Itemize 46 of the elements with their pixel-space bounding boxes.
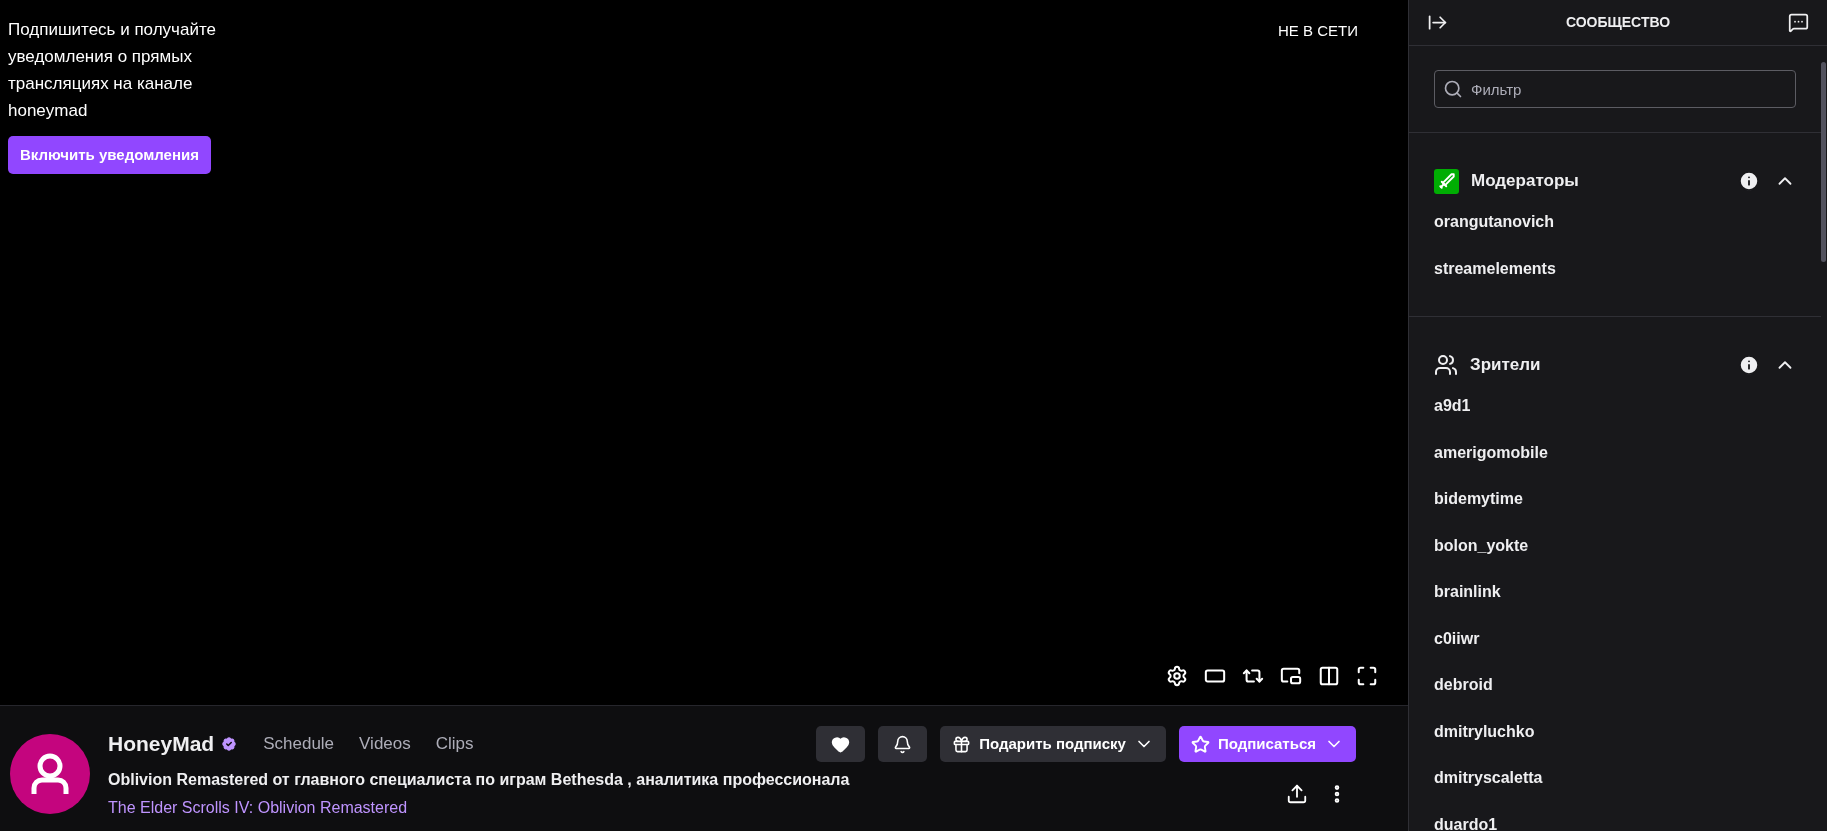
panel-title: СООБЩЕСТВО (1564, 13, 1672, 32)
channel-name[interactable]: HoneyMad (108, 728, 215, 760)
user-silhouette-icon (30, 752, 70, 796)
category-link[interactable]: The Elder Scrolls IV: Oblivion Remastered (108, 796, 850, 820)
user-name[interactable]: bidemytime (1409, 476, 1821, 523)
user-name[interactable]: amerigomobile (1409, 429, 1821, 476)
share-icon[interactable] (1286, 783, 1308, 805)
notifications-button[interactable] (878, 726, 928, 762)
notice-text: Подпишитесь и получайте уведомления о прямых трансляциях на канале honeymad (8, 19, 217, 122)
filter-field[interactable]: Фильтр (1434, 70, 1796, 108)
info-icon[interactable] (1738, 170, 1760, 192)
info-icon[interactable] (1738, 354, 1760, 376)
section-title: Модераторы (1471, 170, 1579, 193)
star-icon (1190, 734, 1210, 754)
offline-label: НЕ В СЕТИ (1278, 21, 1358, 41)
user-name[interactable]: c0iiwr (1409, 615, 1821, 662)
user-name[interactable]: bolon_yokte (1409, 522, 1821, 569)
sword-icon (1434, 168, 1459, 194)
picture-in-picture-icon[interactable] (1280, 665, 1302, 687)
user-name[interactable]: debroid (1409, 662, 1821, 709)
split-panel-icon[interactable] (1318, 665, 1340, 687)
scrollbar[interactable] (1821, 62, 1826, 262)
channel-tab-link[interactable]: Videos (359, 731, 411, 757)
section-title: Зрители (1470, 354, 1541, 377)
people-icon (1434, 353, 1458, 377)
gift-subscription-button[interactable]: Подарить подписку (940, 726, 1166, 762)
channel-tab-link[interactable]: Clips (435, 731, 474, 757)
follow-button[interactable] (816, 726, 866, 762)
fullscreen-icon[interactable] (1356, 665, 1378, 687)
chat-icon[interactable] (1788, 12, 1809, 33)
user-name[interactable]: orangutanovich (1409, 199, 1821, 246)
user-name[interactable]: a9d1 (1409, 383, 1821, 430)
bell-icon (893, 734, 913, 754)
subscribe-button[interactable]: Подписаться (1178, 726, 1356, 762)
user-name[interactable]: streamelements (1409, 245, 1821, 292)
search-icon (1443, 79, 1463, 99)
settings-icon[interactable] (1166, 665, 1188, 687)
heart-icon (831, 734, 851, 754)
user-name[interactable]: dmitryluchko (1409, 708, 1821, 755)
enable-notifications-button[interactable]: Включить уведомления (8, 136, 211, 174)
user-name[interactable]: dmitryscaletta (1409, 755, 1821, 802)
channel-tab-link[interactable]: Schedule (263, 731, 335, 757)
stream-title: Oblivion Remastered от главного специалиста по играм Bethesda , аналитика профессионала (108, 770, 850, 790)
user-name[interactable]: brainlink (1409, 569, 1821, 616)
user-name[interactable]: duardo1 (1409, 801, 1821, 831)
gift-icon (952, 734, 972, 754)
